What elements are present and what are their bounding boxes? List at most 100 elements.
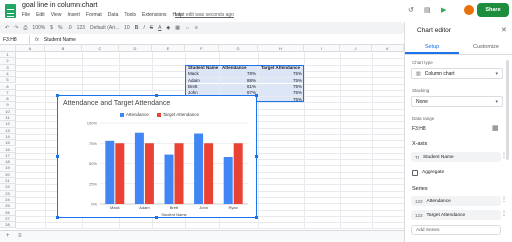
menu-item-edit[interactable]: Edit xyxy=(36,12,45,18)
avatar[interactable] xyxy=(464,5,474,15)
add-series-button[interactable]: Add Series xyxy=(411,225,501,235)
column-header[interactable]: J xyxy=(340,45,372,52)
series-section-title: Series xyxy=(412,186,428,192)
add-sheet-icon[interactable]: + xyxy=(6,233,10,239)
resize-handle[interactable] xyxy=(56,216,59,219)
fill-color-icon[interactable]: ◆ xyxy=(166,25,170,31)
x-axis-chip[interactable]: Tt Student Name xyxy=(411,152,501,162)
column-header[interactable]: H xyxy=(258,45,304,52)
italic-button[interactable]: I xyxy=(143,25,144,31)
name-box[interactable]: F3:H8 xyxy=(0,35,30,44)
last-edit-link[interactable]: Last edit was seconds ago xyxy=(175,12,234,18)
stacking-value: None xyxy=(416,98,428,105)
borders-icon[interactable]: ▦ xyxy=(175,25,180,31)
resize-handle[interactable] xyxy=(56,155,59,158)
add-series-label: Add Series xyxy=(416,227,440,233)
menu-item-insert[interactable]: Insert xyxy=(67,12,80,18)
series-chip-attendance[interactable]: 123 Attendance xyxy=(411,196,501,206)
redo-icon[interactable]: ↷ xyxy=(14,25,18,31)
resize-handle[interactable] xyxy=(56,94,59,97)
currency-button[interactable]: $ xyxy=(50,25,53,31)
gridline xyxy=(16,222,404,224)
bold-button[interactable]: B xyxy=(135,25,139,31)
resize-handle[interactable] xyxy=(255,155,258,158)
font-size-select[interactable]: 10 xyxy=(124,25,130,31)
align-icon[interactable]: ≡ xyxy=(195,25,198,31)
bar-attendance-adam[interactable] xyxy=(134,132,144,204)
undo-icon[interactable]: ↶ xyxy=(5,25,9,31)
document-title[interactable]: goal line in column chart xyxy=(22,2,98,9)
percent-button[interactable]: % xyxy=(58,25,62,31)
column-header[interactable]: I xyxy=(304,45,340,52)
print-icon[interactable]: ⎙ xyxy=(23,25,27,31)
resize-handle[interactable] xyxy=(155,216,158,219)
column-header[interactable]: A xyxy=(16,45,45,52)
x-tick-label: Brett xyxy=(170,205,179,210)
column-header[interactable]: D xyxy=(119,45,152,52)
bar-target-attendance-ryan[interactable] xyxy=(233,143,243,204)
tab-setup[interactable]: Setup xyxy=(405,44,459,54)
select-all-corner[interactable] xyxy=(0,45,16,52)
editor-scrollbar[interactable] xyxy=(506,60,509,160)
menu-item-tools[interactable]: Tools xyxy=(124,12,136,18)
zoom-select[interactable]: 100% xyxy=(32,25,45,31)
data-range-input[interactable]: F3:H8 xyxy=(412,126,426,132)
aggregate-checkbox[interactable] xyxy=(412,170,418,176)
aggregate-label: Aggregate xyxy=(422,170,445,175)
merge-icon[interactable]: ⇔ xyxy=(185,25,190,31)
bar-attendance-ryan[interactable] xyxy=(223,157,233,204)
column-header[interactable]: B xyxy=(45,45,82,52)
column-header[interactable]: F xyxy=(185,45,219,52)
number-icon: 123 xyxy=(415,212,423,218)
bar-target-attendance-mack[interactable] xyxy=(115,143,125,204)
font-select[interactable]: Default (Ari... xyxy=(90,25,119,31)
bar-attendance-brett[interactable] xyxy=(164,154,174,204)
menu-item-extensions[interactable]: Extensions xyxy=(142,12,166,18)
format-123-button[interactable]: 123 xyxy=(77,25,85,31)
menu-item-data[interactable]: Data xyxy=(108,12,119,18)
grid-select-icon[interactable]: ▦ xyxy=(492,124,499,132)
bar-target-attendance-adam[interactable] xyxy=(144,143,154,204)
star-icon[interactable]: ☆ xyxy=(78,2,83,9)
share-button[interactable]: Share xyxy=(477,3,509,17)
resize-handle[interactable] xyxy=(255,94,258,97)
stacking-select[interactable]: None ▾ xyxy=(411,96,503,107)
all-sheets-icon[interactable]: ≡ xyxy=(18,233,22,239)
chart-plot: 0% 25% 50% 75% 100% Mack Adam Brett John Ryan Stud… xyxy=(87,121,248,217)
menu-bar: File Edit View Insert Format Data Tools Extensi… xyxy=(22,12,183,18)
column-header[interactable]: C xyxy=(82,45,119,52)
x-axis-title[interactable]: Student Name xyxy=(161,212,187,217)
column-header[interactable]: E xyxy=(152,45,185,52)
comment-icon[interactable]: ▤ xyxy=(424,6,431,14)
formula-input[interactable]: Student Name xyxy=(44,37,76,43)
more-vert-icon[interactable]: ⋮ xyxy=(501,196,507,203)
chart-container[interactable]: Attendance and Target Attendance Attenda… xyxy=(57,95,257,218)
data-range-label: Data range xyxy=(412,116,435,121)
meet-icon[interactable]: ▶ xyxy=(441,6,446,14)
text-color-button[interactable]: A xyxy=(158,25,161,31)
strikethrough-button[interactable]: S xyxy=(150,25,153,31)
more-vert-icon[interactable]: ⋮ xyxy=(501,210,507,217)
y-tick-label: 100% xyxy=(87,121,98,126)
chart-type-select[interactable]: ▥ Column chart ▾ xyxy=(411,68,503,79)
column-header[interactable]: K xyxy=(372,45,404,52)
history-icon[interactable]: ↺ xyxy=(408,6,414,14)
sheets-logo-icon[interactable] xyxy=(5,4,16,18)
menu-item-format[interactable]: Format xyxy=(86,12,102,18)
x-tick-label: Adam xyxy=(139,205,150,210)
menu-item-view[interactable]: View xyxy=(51,12,62,18)
bar-attendance-john[interactable] xyxy=(194,133,204,204)
bar-target-attendance-john[interactable] xyxy=(204,143,214,204)
tab-divider xyxy=(405,54,512,55)
resize-handle[interactable] xyxy=(155,94,158,97)
tab-customize[interactable]: Customize xyxy=(459,44,512,54)
bar-attendance-mack[interactable] xyxy=(105,140,115,204)
row-header[interactable]: 28 xyxy=(0,222,16,229)
bar-target-attendance-brett[interactable] xyxy=(174,143,184,204)
decimal-button[interactable]: .0 xyxy=(67,25,71,31)
close-icon[interactable]: ✕ xyxy=(501,26,507,34)
column-header[interactable]: G xyxy=(219,45,258,52)
resize-handle[interactable] xyxy=(255,216,258,219)
menu-item-file[interactable]: File xyxy=(22,12,30,18)
series-chip-target[interactable]: 123 Target Attendance xyxy=(411,210,501,220)
